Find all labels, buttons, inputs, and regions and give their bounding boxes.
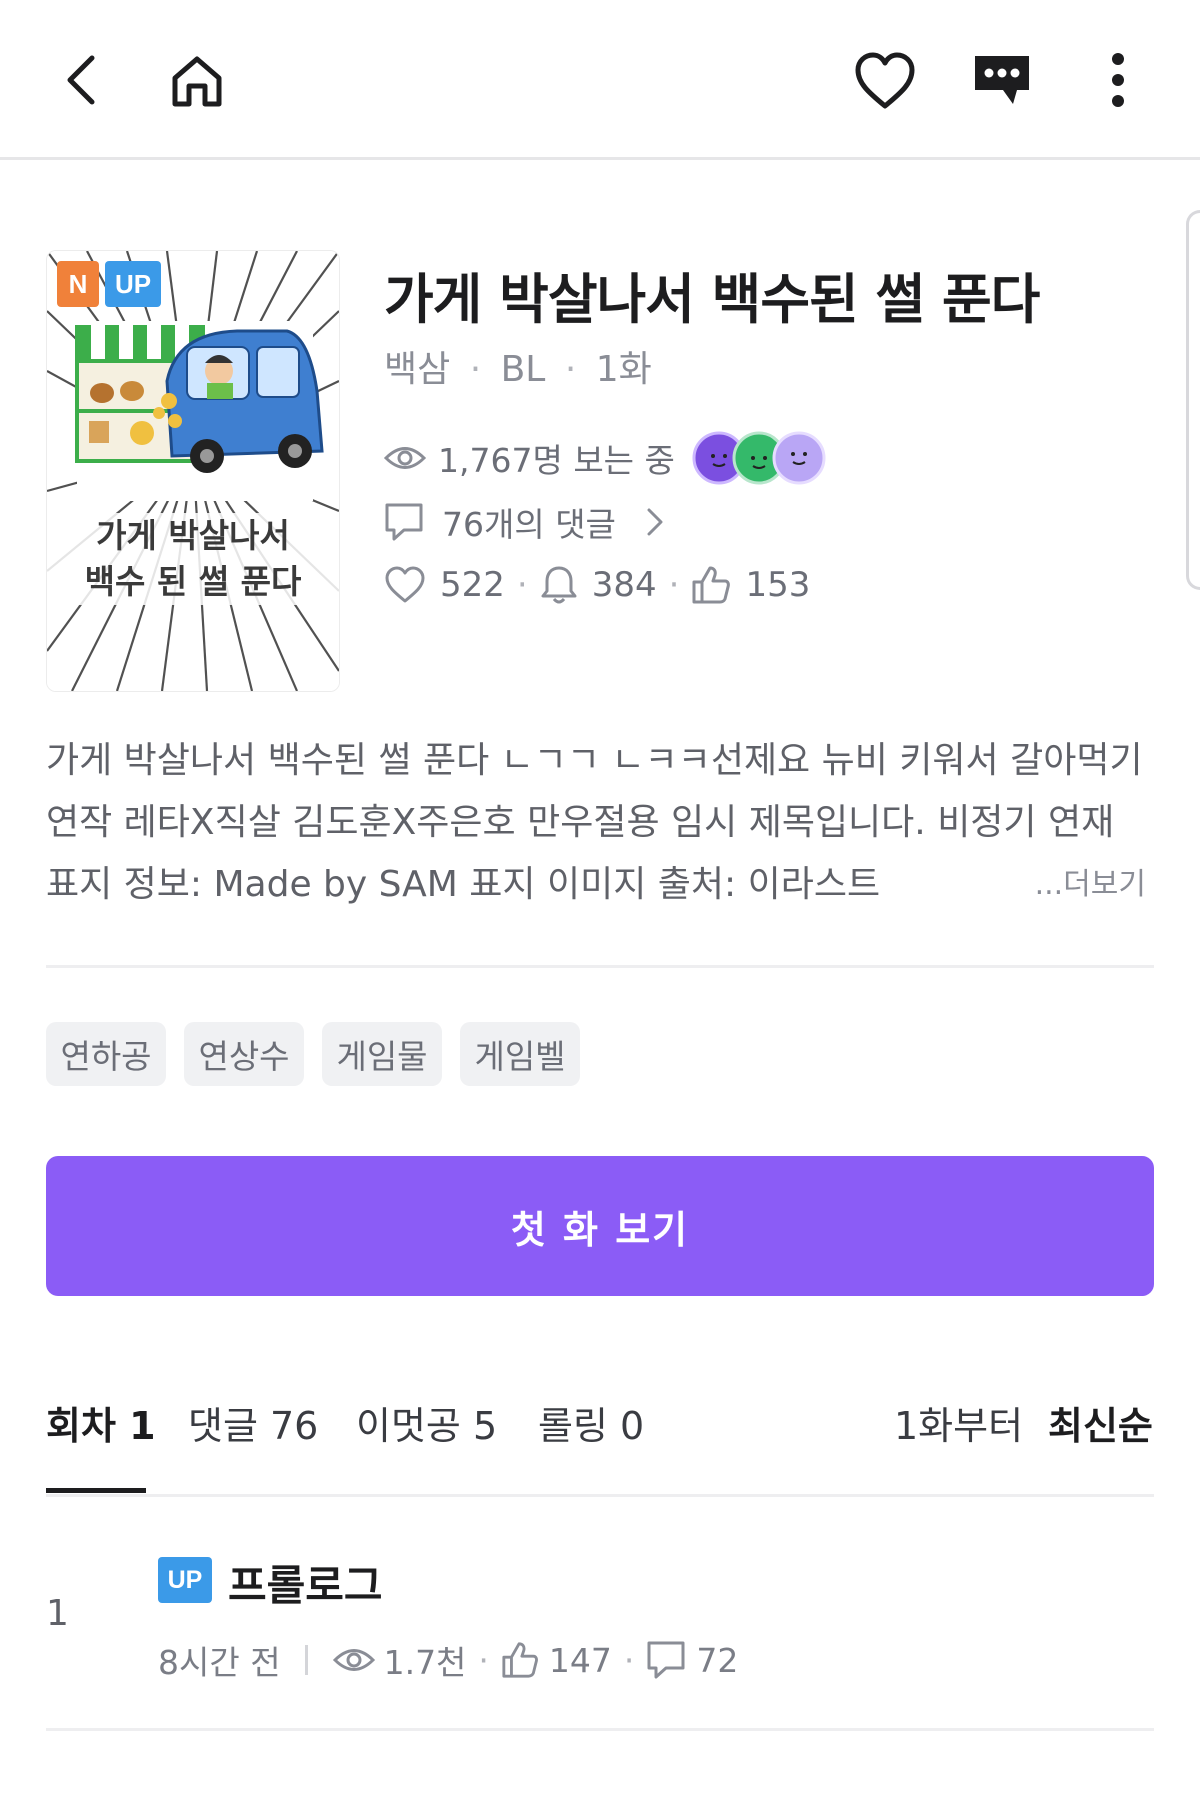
read-more-link[interactable]: ...더보기 [964, 854, 1146, 916]
viewer-count: 1,767명 보는 중 [438, 441, 675, 480]
meta-separator [304, 1645, 308, 1675]
eye-icon [332, 1645, 376, 1675]
chevron-right-icon [646, 507, 664, 537]
genre-label[interactable]: BL [501, 349, 546, 390]
new-badge: N [57, 261, 99, 307]
divider [46, 1728, 1154, 1731]
thumbs-up-icon[interactable] [691, 565, 731, 605]
episode-comments: 72 [696, 1640, 739, 1680]
comments-link[interactable]: 76개의 댓글 [384, 498, 664, 546]
home-icon[interactable] [165, 50, 229, 114]
comment-count-label: 76개의 댓글 [442, 505, 616, 544]
episode-time: 8시간 전 [158, 1643, 281, 1682]
cover-caption: 가게 박살나서 백수 된 썰 푼다 [47, 513, 339, 605]
chat-bubble-icon[interactable] [972, 50, 1032, 110]
cover-illustration [47, 251, 339, 691]
cover-caption-line: 가게 박살나서 [96, 516, 290, 555]
avatar-group-icon [692, 431, 826, 485]
stats-row: 522 · 384 · 153 [384, 565, 810, 605]
alert-count: 384 [591, 565, 657, 605]
episode-number: 1 [46, 1593, 69, 1634]
sort-latest[interactable]: 최신순 [1048, 1395, 1153, 1450]
tabs-divider [46, 1494, 1154, 1497]
heart-outline-icon[interactable] [384, 566, 426, 604]
episode-count: 1화 [595, 349, 652, 390]
cover-image: N UP 가게 박살나서 백수 된 썰 푼다 [46, 250, 340, 692]
thumbs-count: 153 [745, 565, 811, 605]
tab-episodes[interactable]: 회차 1 [46, 1395, 156, 1450]
up-badge: UP [158, 1557, 212, 1603]
author-name[interactable]: 백삼 [384, 349, 450, 390]
episode-title: 프롤로그 [228, 1561, 383, 1610]
tag-chip[interactable]: 연상수 [184, 1022, 304, 1086]
top-bar [0, 0, 1200, 160]
first-episode-button[interactable]: 첫 화 보기 [46, 1156, 1154, 1296]
viewer-avatars [691, 430, 827, 486]
tag-chip[interactable]: 연하공 [46, 1022, 166, 1086]
scroll-indicator[interactable] [1186, 210, 1200, 590]
heart-icon[interactable] [852, 48, 918, 114]
bell-icon[interactable] [540, 565, 578, 605]
series-meta: 백삼 · BL · 1화 [384, 349, 652, 390]
more-vertical-icon[interactable] [1095, 48, 1141, 112]
up-badge: UP [105, 261, 161, 307]
comment-icon [646, 1640, 686, 1680]
comment-icon [384, 502, 424, 542]
tag-chip[interactable]: 게임벨 [460, 1022, 580, 1086]
cover-caption-line: 백수 된 썰 푼다 [84, 562, 302, 601]
description: 가게 박살나서 백수된 썰 푼다 ㄴㄱㄱ ㄴㅋㅋ선제요 뉴비 키워서 갈아먹기 … [46, 730, 1146, 916]
tab-comments[interactable]: 댓글 76 [188, 1395, 318, 1450]
viewers-row: 1,767명 보는 중 [384, 430, 827, 486]
sort-from-first[interactable]: 1화부터 [894, 1395, 1023, 1450]
episode-row[interactable]: 1 UP 프롤로그 8시간 전 1.7천 · 147 · 72 [0, 1500, 1200, 1725]
series-title: 가게 박살나서 백수된 썰 푼다 [384, 268, 1040, 331]
eye-icon [384, 443, 426, 473]
tag-chip[interactable]: 게임물 [322, 1022, 442, 1086]
chevron-left-icon[interactable] [52, 50, 112, 110]
like-count: 522 [440, 565, 505, 605]
episode-views: 1.7천 [383, 1643, 467, 1682]
active-tab-indicator [46, 1488, 146, 1493]
tab-rolling[interactable]: 롤링 0 [538, 1395, 644, 1450]
episode-meta: 8시간 전 1.7천 · 147 · 72 [158, 1636, 738, 1684]
divider [46, 965, 1154, 968]
episode-likes: 147 [548, 1640, 612, 1680]
thumbs-up-icon [501, 1641, 539, 1679]
tab-imeotgong[interactable]: 이멋공 5 [356, 1395, 497, 1450]
